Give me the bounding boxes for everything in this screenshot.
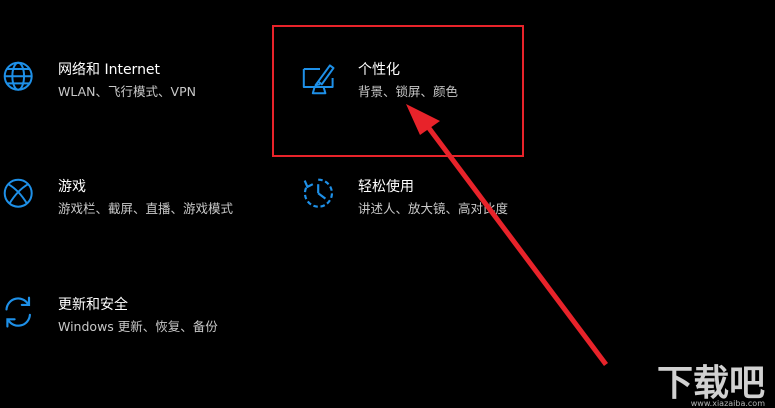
- tile-subtitle: Windows 更新、恢复、备份: [58, 319, 218, 334]
- watermark-logo: 下载吧: [656, 363, 765, 404]
- update-icon: [5, 296, 31, 328]
- tile-gaming[interactable]: 游戏 游戏栏、截屏、直播、游戏模式: [2, 177, 233, 218]
- tile-subtitle: 讲述人、放大镜、高对比度: [358, 201, 509, 216]
- tile-title: 轻松使用: [358, 179, 414, 195]
- tile-subtitle: WLAN、飞行模式、VPN: [58, 84, 196, 99]
- tile-network-internet[interactable]: 网络和 Internet WLAN、飞行模式、VPN: [2, 60, 196, 101]
- globe-icon: [3, 61, 33, 91]
- tile-title: 更新和安全: [58, 297, 128, 313]
- tile-title: 游戏: [58, 179, 86, 195]
- tile-title: 网络和 Internet: [58, 62, 161, 78]
- watermark: 下载吧 www.xiazaiba.com: [631, 350, 771, 408]
- tile-subtitle: 游戏栏、截屏、直播、游戏模式: [58, 201, 234, 216]
- settings-home: 网络和 Internet WLAN、飞行模式、VPN 个性化 背景、锁屏、颜色: [0, 0, 775, 408]
- xbox-icon: [3, 178, 33, 208]
- ease-of-access-icon: [303, 178, 334, 208]
- watermark-url: www.xiazaiba.com: [690, 399, 765, 408]
- highlight-box: [272, 25, 524, 157]
- tile-ease-of-access[interactable]: 轻松使用 讲述人、放大镜、高对比度: [302, 177, 508, 218]
- tile-update-security[interactable]: 更新和安全 Windows 更新、恢复、备份: [2, 295, 218, 336]
